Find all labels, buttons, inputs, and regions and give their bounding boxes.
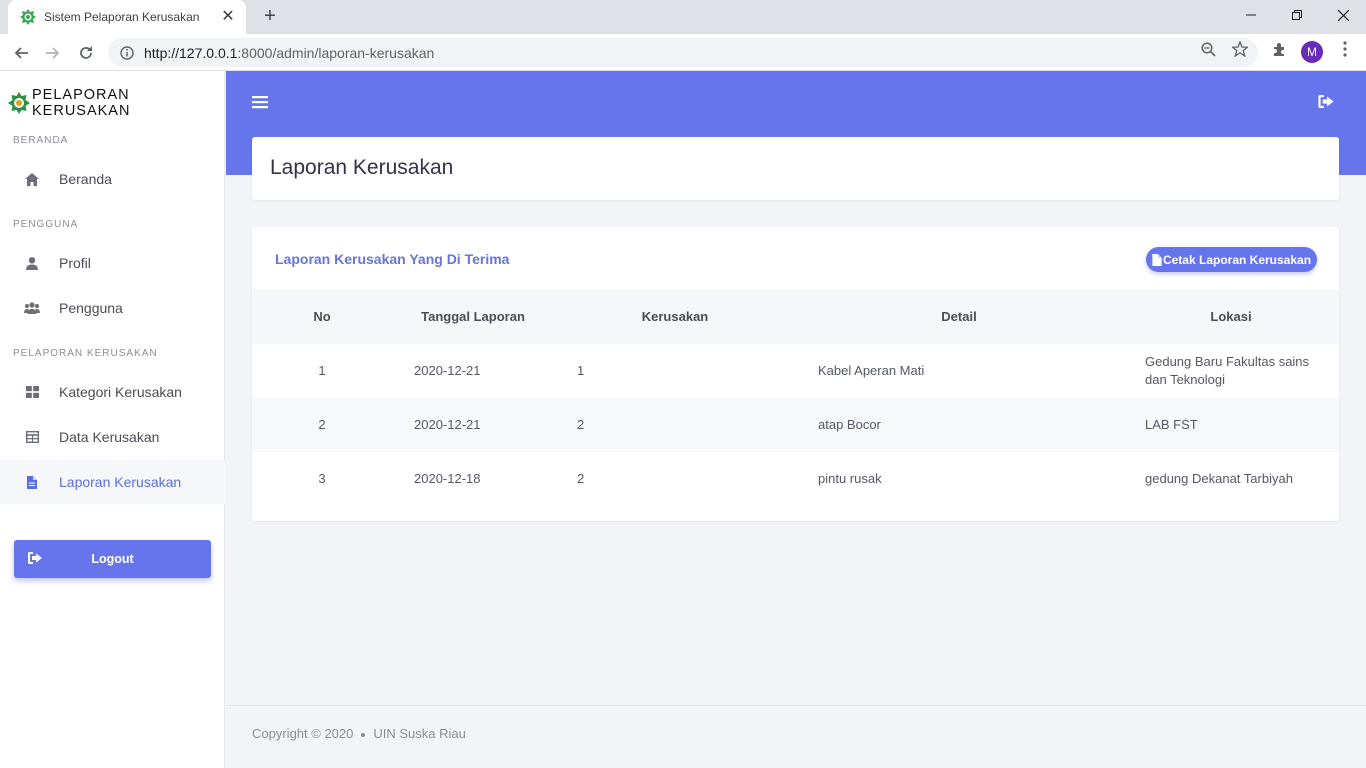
menu-toggle-icon[interactable] — [252, 95, 268, 111]
report-card-title: Laporan Kerusakan Yang Di Terima — [275, 251, 510, 267]
home-icon — [24, 171, 40, 187]
cell-detail: atap Bocor — [818, 417, 881, 432]
cell-detail: Kabel Aperan Mati — [818, 363, 925, 378]
section-label-pengguna: PENGGUNA — [13, 219, 79, 230]
cell-lokasi: Gedung Baru Fakultas sains — [1145, 354, 1310, 369]
extensions-icon[interactable] — [1271, 40, 1289, 58]
cell-no: 1 — [318, 363, 326, 378]
section-label-pelaporan: PELAPORAN KERUSAKAN — [13, 348, 158, 359]
user-icon — [24, 255, 40, 271]
browser-tab[interactable]: Sistem Pelaporan Kerusakan ✕ — [8, 0, 246, 34]
column-header-tanggal: Tanggal Laporan — [421, 309, 525, 324]
logout-label: Logout — [91, 552, 134, 566]
table-row: 3 2020-12-18 2 pintu rusak gedung Dekana… — [252, 452, 1339, 506]
back-icon[interactable] — [8, 40, 34, 66]
column-header-kerusakan: Kerusakan — [641, 309, 709, 324]
cell-detail: pintu rusak — [818, 471, 882, 486]
site-info-icon[interactable] — [120, 45, 134, 60]
table-icon — [24, 429, 40, 445]
column-header-no: No — [313, 309, 331, 324]
browser-toolbar: http://127.0.0.1:8000/admin/laporan-keru… — [0, 34, 1366, 71]
brand[interactable]: PELAPORAN KERUSAKAN — [8, 87, 224, 119]
cell-tanggal: 2020-12-21 — [414, 363, 481, 378]
cell-lokasi: gedung Dekanat Tarbiyah — [1145, 471, 1293, 486]
footer-org: UIN Suska Riau — [373, 726, 466, 741]
cell-kerusakan: 1 — [577, 363, 585, 378]
brand-title: PELAPORAN KERUSAKAN — [32, 87, 131, 119]
table-row: 1 2020-12-21 1 Kabel Aperan Mati Gedung … — [252, 344, 1339, 398]
cell-kerusakan: 2 — [577, 471, 585, 486]
cell-kerusakan: 2 — [577, 417, 585, 432]
grid-icon — [24, 384, 40, 400]
cell-no: 2 — [318, 417, 326, 432]
forward-icon[interactable] — [40, 40, 66, 66]
sidebar-logout-button[interactable]: Logout — [14, 540, 211, 578]
reload-icon[interactable] — [73, 40, 99, 66]
sidebar-item-label: Kategori Kerusakan — [59, 384, 182, 400]
print-report-button[interactable]: Cetak Laporan Kerusakan — [1146, 247, 1317, 272]
page-title: Laporan Kerusakan — [270, 156, 454, 179]
section-label-beranda: BERANDA — [13, 135, 69, 146]
top-sign-out-icon[interactable] — [1318, 95, 1334, 111]
sign-out-icon — [28, 552, 42, 566]
brand-logo-icon — [8, 92, 30, 114]
restore-icon[interactable] — [1274, 0, 1320, 30]
sidebar-item-pengguna[interactable]: Pengguna — [0, 286, 225, 330]
sidebar-item-laporan-kerusakan[interactable]: Laporan Kerusakan — [0, 460, 225, 504]
footer: Copyright © 2020 UIN Suska Riau — [226, 705, 1366, 768]
table-row: 2 2020-12-21 2 atap Bocor LAB FST — [252, 398, 1339, 452]
report-card: Laporan Kerusakan Yang Di Terima Cetak L… — [252, 227, 1339, 521]
file-icon — [1152, 253, 1162, 266]
sidebar-item-label: Beranda — [59, 171, 112, 187]
footer-text: Copyright © 2020 UIN Suska Riau — [252, 726, 466, 741]
address-bar[interactable]: http://127.0.0.1:8000/admin/laporan-keru… — [108, 38, 1258, 67]
sidebar-item-profil[interactable]: Profil — [0, 241, 225, 285]
app-logo-icon — [20, 9, 36, 25]
bookmark-star-icon[interactable] — [1231, 40, 1249, 58]
column-header-lokasi: Lokasi — [1210, 309, 1252, 324]
sidebar-item-kategori-kerusakan[interactable]: Kategori Kerusakan — [0, 370, 225, 414]
tab-close-icon[interactable]: ✕ — [220, 9, 236, 25]
users-icon — [24, 300, 40, 316]
cell-lokasi: LAB FST — [1145, 417, 1198, 432]
column-header-detail: Detail — [941, 309, 977, 324]
zoom-icon[interactable] — [1199, 40, 1217, 58]
sidebar-item-data-kerusakan[interactable]: Data Kerusakan — [0, 415, 225, 459]
sidebar-item-label: Profil — [59, 255, 91, 271]
sidebar-item-label: Pengguna — [59, 300, 123, 316]
browser-tabstrip: Sistem Pelaporan Kerusakan ✕ + — [0, 0, 1366, 34]
cell-tanggal: 2020-12-21 — [414, 417, 481, 432]
cell-no: 3 — [318, 471, 326, 486]
tab-title: Sistem Pelaporan Kerusakan — [44, 10, 200, 24]
cell-tanggal: 2020-12-18 — [414, 471, 481, 486]
table-header: No Tanggal Laporan Kerusakan Detail Loka… — [252, 289, 1339, 344]
close-window-icon[interactable] — [1320, 0, 1366, 30]
browser-menu-icon[interactable] — [1336, 40, 1354, 58]
print-report-label: Cetak Laporan Kerusakan — [1162, 252, 1312, 267]
sidebar: PELAPORAN KERUSAKAN BERANDA Beranda PENG… — [0, 71, 225, 768]
file-icon — [24, 474, 40, 490]
profile-avatar[interactable]: M — [1301, 41, 1323, 63]
url-text: http://127.0.0.1:8000/admin/laporan-keru… — [144, 44, 435, 61]
footer-copyright: Copyright © 2020 — [252, 726, 354, 741]
cell-lokasi-line2: dan Teknologi — [1145, 372, 1225, 387]
minimize-icon[interactable] — [1228, 0, 1274, 30]
sidebar-item-beranda[interactable]: Beranda — [0, 157, 225, 201]
sidebar-item-label: Data Kerusakan — [59, 429, 160, 445]
footer-separator — [361, 732, 366, 737]
sidebar-item-label: Laporan Kerusakan — [59, 474, 182, 490]
new-tab-button[interactable]: + — [260, 6, 280, 26]
page-header-card: Laporan Kerusakan — [252, 137, 1339, 200]
